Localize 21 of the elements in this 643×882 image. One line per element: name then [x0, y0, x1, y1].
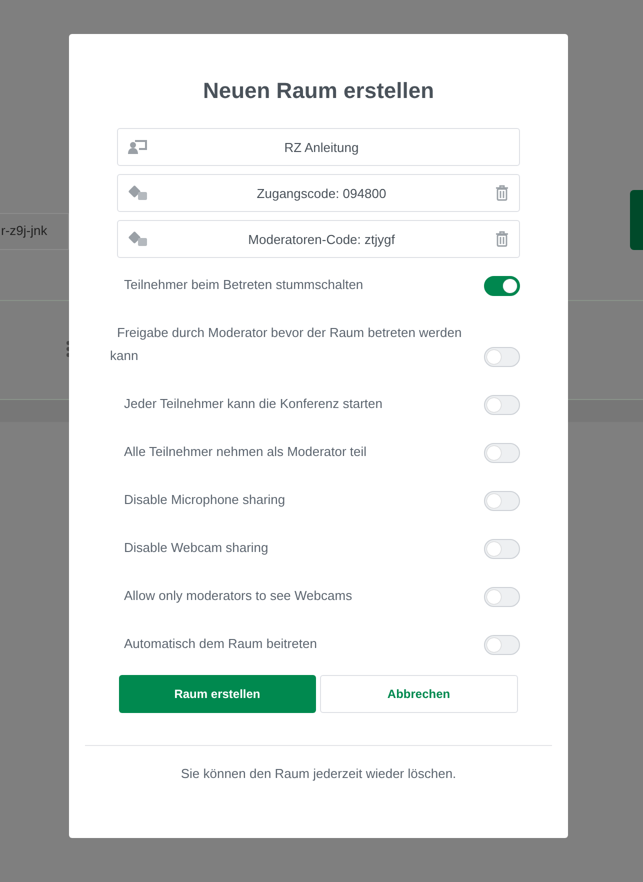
option-label: Alle Teilnehmer nehmen als Moderator teil — [123, 442, 367, 461]
footer-note: Sie können den Raum jederzeit wieder löschen. — [180, 765, 458, 784]
option-label: Teilnehmer beim Betreten stummschalten — [123, 276, 364, 294]
create-button[interactable]: Raum erstellen — [119, 675, 316, 714]
option-label: Disable Microphone sharing — [123, 490, 286, 509]
person-screen-icon — [128, 139, 148, 156]
dice-icon — [128, 185, 148, 202]
text-field[interactable]: Moderatoren-Code: ztjygf — [117, 220, 520, 258]
option-label: Automatisch dem Raum beitreten — [123, 635, 317, 654]
text-field[interactable]: Zugangscode: 094800 — [117, 174, 520, 212]
option-label: Freigabe durch Moderator bevor der Raum betreten werden kann — [110, 324, 463, 365]
dialog-title: Neuen Raum erstellen — [202, 78, 436, 104]
option-label: Disable Webcam sharing — [123, 538, 268, 557]
text-field[interactable]: RZ Anleitung — [117, 128, 520, 166]
option-label: Allow only moderators to see Webcams — [123, 587, 352, 606]
toggle-switch[interactable] — [484, 276, 520, 296]
option-label: Jeder Teilnehmer kann die Konferenz starten — [123, 394, 382, 413]
dice-icon — [128, 231, 148, 248]
trash-icon[interactable] — [495, 185, 509, 202]
trash-icon[interactable] — [495, 231, 509, 248]
cancel-button[interactable]: Abbrechen — [320, 675, 518, 714]
